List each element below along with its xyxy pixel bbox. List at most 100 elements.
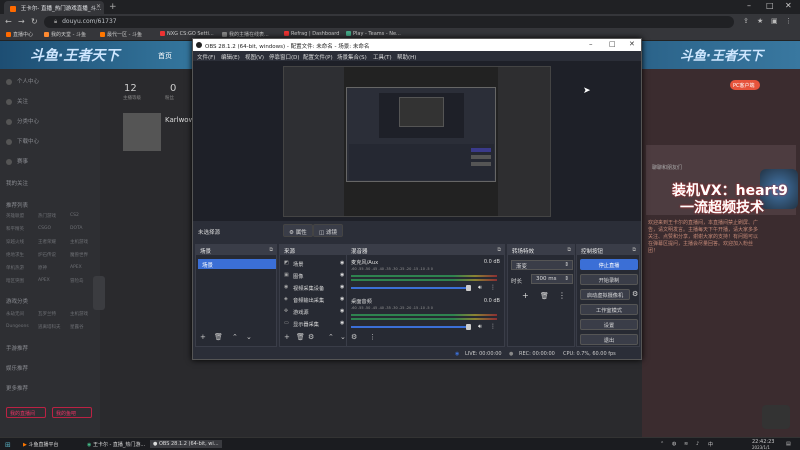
bookmark-item[interactable]: 直播中心 — [6, 31, 33, 38]
pc-client-button[interactable]: PC客户端 — [730, 80, 760, 90]
category-link[interactable]: 英雄联盟 — [6, 213, 24, 219]
close-icon[interactable]: ✕ — [629, 40, 635, 48]
dock-popout-icon[interactable]: ⧉ — [269, 247, 273, 253]
transition-type-select[interactable]: 渐变 ⇕ — [511, 260, 573, 270]
category-link[interactable]: 主机游戏 — [70, 239, 88, 245]
new-tab-button[interactable]: + — [109, 2, 117, 12]
menu-docks[interactable]: 停靠窗口(D) — [269, 53, 300, 61]
tray-speaker-icon[interactable]: ♪ — [696, 441, 699, 447]
category-link[interactable]: DOTA — [70, 226, 83, 231]
category-link[interactable]: APEX — [38, 278, 50, 283]
add-icon[interactable]: + — [284, 333, 290, 341]
kebab-menu-icon[interactable]: ⋮ — [490, 323, 496, 330]
gear-icon[interactable]: ⚙ — [308, 333, 314, 341]
sidebar-item[interactable]: 关注 — [6, 97, 28, 105]
category-link[interactable]: 原神 — [38, 265, 47, 271]
menu-file[interactable]: 文件(F) — [197, 53, 215, 61]
stream-preview[interactable] — [283, 66, 551, 217]
reload-icon[interactable]: ↻ — [31, 17, 38, 26]
maximize-icon[interactable]: □ — [609, 40, 616, 48]
category-link[interactable]: 炉石传说 — [38, 252, 56, 258]
menu-view[interactable]: 视图(V) — [245, 53, 264, 61]
douyu-logo[interactable]: 斗鱼·王者天下 — [30, 45, 119, 65]
streamer-avatar[interactable] — [123, 113, 161, 151]
dock-popout-icon[interactable]: ⧉ — [632, 247, 636, 253]
bookmark-item[interactable]: 我的天堂 - 斗鱼 — [44, 31, 86, 38]
trash-icon[interactable]: 🗑︎ — [214, 333, 223, 341]
category-link[interactable]: APEX — [70, 265, 82, 270]
kebab-menu-icon[interactable]: ⋮ — [490, 284, 496, 291]
category-link[interactable]: CS2 — [70, 213, 79, 218]
menu-tools[interactable]: 工具(T) — [373, 53, 392, 61]
my-room-button[interactable]: 我的直播间 — [6, 407, 46, 418]
category-link[interactable]: 穿越火线 — [6, 239, 24, 245]
browser-tab[interactable]: 王卡尔- 直播_热门游戏直播_斗... ✕ — [4, 1, 104, 14]
category-link[interactable]: 魔兽世界 — [70, 252, 88, 258]
streamer-name[interactable]: Karlwow — [165, 116, 194, 124]
filters-button[interactable]: ◫ 滤镜 — [313, 224, 343, 237]
category-link[interactable]: 冒险岛 — [70, 278, 84, 284]
volume-slider-handle[interactable] — [466, 324, 471, 330]
extensions-icon[interactable]: ▣ — [771, 17, 778, 25]
add-icon[interactable]: + — [522, 291, 529, 300]
trash-icon[interactable]: 🗑︎ — [296, 333, 305, 341]
chevron-up-icon[interactable]: ⌃ — [328, 333, 334, 341]
maximize-icon[interactable]: □ — [766, 1, 774, 10]
trash-icon[interactable]: 🗑︎ — [540, 292, 549, 300]
bookmark-item[interactable]: Refrag | Dashboard — [284, 31, 339, 37]
speaker-icon[interactable]: 🔊︎ — [478, 284, 482, 292]
transition-duration-input[interactable]: 300 ms ⇕ — [531, 274, 573, 284]
volume-slider[interactable] — [351, 287, 469, 289]
mixer-settings-icon[interactable]: ⚙ — [351, 333, 357, 341]
taskbar-app-active[interactable]: ● OBS 28.1.2 (64-bit, wi... — [150, 440, 222, 448]
my-fishbar-button[interactable]: 我的鱼吧 — [52, 407, 92, 418]
chevron-down-icon[interactable]: ⌄ — [340, 333, 346, 341]
category-link[interactable]: Dungeons — [6, 324, 29, 329]
tray-ime-icon[interactable]: 中 — [708, 441, 713, 448]
sidebar-collapse-handle[interactable] — [93, 276, 105, 310]
sidebar-item[interactable]: 下载中心 — [6, 137, 39, 145]
settings-button[interactable]: 设置 — [580, 319, 638, 330]
menu-scene-collection[interactable]: 场景集合(S) — [337, 53, 367, 61]
category-link[interactable]: 绝地求生 — [6, 252, 24, 258]
eye-icon[interactable]: ◉ — [340, 272, 344, 278]
tray-network-icon[interactable]: ◍ — [672, 441, 676, 447]
eye-icon[interactable]: ◉ — [340, 320, 344, 326]
taskbar-app[interactable]: ◉ 王卡尔 - 直播_热门游... — [84, 440, 148, 449]
url-bar[interactable]: 🔒︎ douyu.com/61737 — [44, 16, 734, 28]
taskbar-app[interactable]: ▶ 斗鱼直播平台 — [20, 440, 61, 449]
category-link[interactable]: 永劫无间 — [6, 311, 24, 317]
category-link[interactable]: 星露谷 — [70, 324, 84, 330]
chevron-down-icon[interactable]: ⌄ — [246, 333, 252, 341]
stop-streaming-button[interactable]: 停止直播 — [580, 259, 638, 270]
dock-popout-icon[interactable]: ⧉ — [567, 247, 571, 253]
category-link[interactable]: 暗区突围 — [6, 278, 24, 284]
category-link[interactable]: 逃离塔科夫 — [38, 324, 61, 330]
close-window-icon[interactable]: ✕ — [785, 1, 792, 10]
menu-profile[interactable]: 配置文件(P) — [303, 53, 333, 61]
close-tab-icon[interactable]: ✕ — [96, 3, 101, 10]
forward-icon[interactable]: → — [18, 17, 25, 26]
bookmark-item[interactable]: 我的主播在线表... — [222, 31, 269, 38]
dock-popout-icon[interactable]: ⧉ — [497, 247, 501, 253]
start-virtual-camera-button[interactable]: 启动虚拟摄像机 — [580, 289, 630, 300]
windows-start-icon[interactable]: ⊞ — [2, 440, 14, 450]
kebab-menu-icon[interactable]: ⋮ — [558, 291, 566, 300]
notification-icon[interactable]: ▤ — [786, 441, 791, 447]
bookmark-item[interactable]: Play - Teams - Ne... — [346, 31, 401, 37]
category-link[interactable]: 瓦罗兰特 — [38, 311, 56, 317]
eye-icon[interactable]: ◉ — [340, 284, 344, 290]
bookmark-item[interactable]: NXG CS:GO Setti... — [160, 31, 214, 37]
menu-edit[interactable]: 编辑(E) — [221, 53, 240, 61]
category-link[interactable]: 主机游戏 — [70, 311, 88, 317]
eye-icon[interactable]: ◉ — [340, 308, 344, 314]
obs-titlebar[interactable]: OBS 28.1.2 (64-bit, windows) - 配置文件: 未命名… — [193, 39, 641, 51]
nav-home-link[interactable]: 首页 — [158, 51, 172, 61]
add-icon[interactable]: + — [200, 333, 206, 341]
category-link[interactable]: 热门游戏 — [38, 213, 56, 219]
category-link[interactable]: 和平精英 — [6, 226, 24, 232]
sidebar-item[interactable]: 赛事 — [6, 157, 28, 165]
exit-button[interactable]: 退出 — [580, 334, 638, 345]
tray-wifi-icon[interactable]: ≋ — [684, 441, 688, 447]
properties-button[interactable]: ⚙ 属性 — [283, 224, 313, 237]
